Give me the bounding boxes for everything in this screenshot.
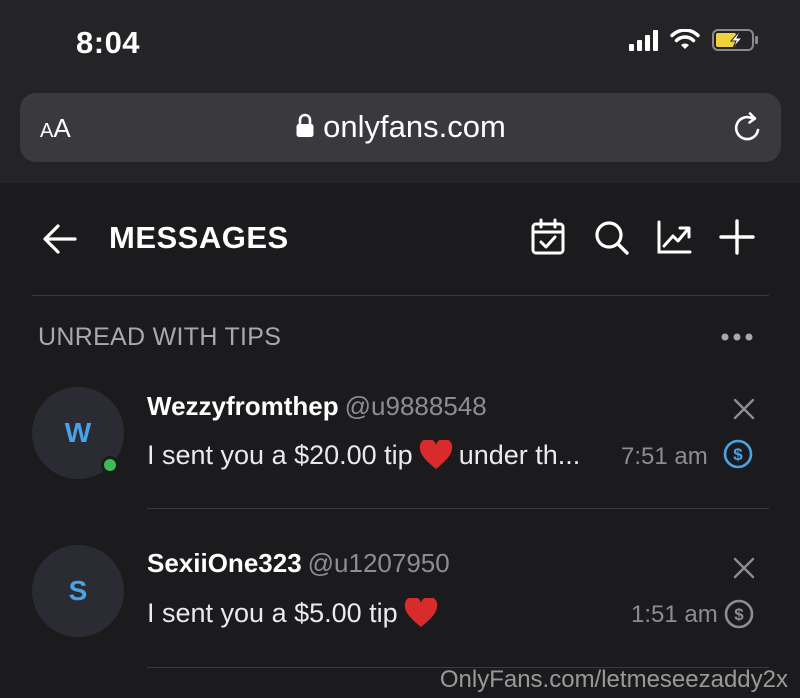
browser-chrome: 8:04 AA onlyfans.com [0, 0, 800, 183]
messages-page: MESSAGES UNREAD WITH TIPS W Wezzyfromthe… [0, 183, 800, 698]
row-divider [147, 508, 769, 509]
sender-handle: @u9888548 [344, 391, 487, 421]
list-item[interactable]: W Wezzyfromthep @u9888548 I sent you a $2… [0, 383, 800, 513]
calendar-check-icon[interactable] [529, 218, 567, 256]
url-display[interactable]: onlyfans.com [20, 109, 781, 145]
close-icon[interactable] [732, 556, 756, 580]
svg-text:$: $ [734, 605, 744, 624]
heart-icon [419, 440, 452, 469]
message-preview: I sent you a $20.00 tip under th... [147, 440, 581, 470]
battery-charging-icon [712, 29, 758, 51]
url-text: onlyfans.com [323, 109, 506, 144]
message-time: 1:51 am [631, 601, 718, 628]
reload-icon[interactable] [731, 111, 765, 145]
dollar-coin-icon: $ [724, 599, 754, 629]
back-arrow-icon[interactable] [42, 221, 78, 257]
page-title: MESSAGES [109, 220, 289, 255]
heart-icon [404, 598, 437, 627]
address-bar[interactable]: AA onlyfans.com [20, 93, 781, 162]
page-header: MESSAGES [0, 183, 800, 295]
lock-icon [296, 113, 314, 137]
sender-line: SexiiOne323 @u1207950 [147, 548, 450, 579]
dollar-coin-icon: $ [723, 439, 753, 469]
sender-handle: @u1207950 [307, 548, 450, 578]
status-time: 8:04 [76, 25, 141, 60]
sender-name: Wezzyfromthep [147, 391, 339, 421]
sender-name: SexiiOne323 [147, 548, 302, 578]
signal-icon [629, 29, 658, 51]
online-indicator [101, 456, 119, 474]
message-preview: I sent you a $5.00 tip [147, 598, 444, 629]
list-item[interactable]: S SexiiOne323 @u1207950 I sent you a $5.0… [0, 542, 800, 672]
message-time: 7:51 am [621, 443, 708, 470]
sender-line: Wezzyfromthep @u9888548 [147, 391, 487, 422]
section-title: UNREAD WITH TIPS [38, 323, 282, 351]
wifi-icon [670, 29, 700, 49]
statistics-icon[interactable] [655, 218, 693, 256]
avatar[interactable]: S [32, 545, 124, 637]
header-divider [32, 295, 769, 296]
close-icon[interactable] [732, 397, 756, 421]
search-icon[interactable] [592, 218, 630, 256]
status-icons [629, 28, 760, 52]
header-actions [529, 218, 756, 256]
svg-text:$: $ [733, 445, 743, 464]
watermark: OnlyFans.com/letmeseezaddy2x [439, 666, 788, 693]
plus-icon[interactable] [718, 218, 756, 256]
more-dots-icon[interactable] [720, 331, 754, 343]
